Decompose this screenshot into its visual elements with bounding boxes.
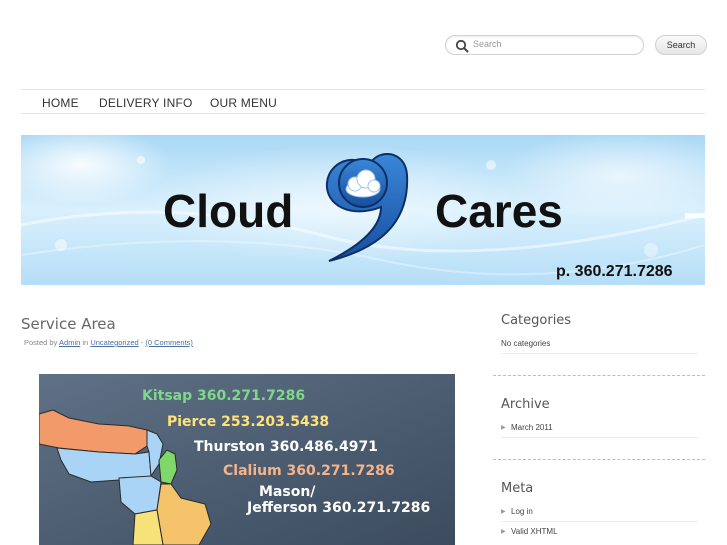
nav-item-delivery-info[interactable]: DELIVERY INFO [99,96,193,110]
meta-item-label: Log in [511,507,533,516]
meta-heading: Meta [501,481,534,496]
archive-heading: Archive [501,397,550,412]
categories-heading: Categories [501,313,572,328]
widget-separator [493,459,705,460]
comments-link[interactable]: (0 Comments) [145,338,193,347]
map-label-thurston: Thurston 360.486.4971 [194,439,378,455]
map-label-mason: Mason/ [259,484,316,500]
divider [501,521,698,522]
posted-by-label: Posted by [24,338,58,347]
archive-item-label: March 2011 [511,423,553,432]
map-label-pierce: Pierce 253.203.5438 [167,414,329,430]
widget-separator [493,375,705,376]
header-banner[interactable]: Cloud Cares p. 360.271.7286 [21,135,705,285]
meta-item-valid-xhtml[interactable]: ▶ Valid XHTML [501,527,558,536]
arrow-right-icon: ▶ [501,425,506,431]
post-meta: Posted by Admin in Uncategorized - (0 Co… [24,338,193,347]
arrow-right-icon: ▶ [501,529,506,535]
divider [501,437,698,438]
banner-title-left: Cloud [163,185,293,237]
search-input[interactable] [473,37,633,51]
banner-phone: p. 360.271.7286 [556,263,673,280]
search-box[interactable] [445,35,644,55]
nav-item-home[interactable]: HOME [42,96,79,110]
nav-item-our-menu[interactable]: OUR MENU [210,96,277,110]
meta-separator: - [140,338,144,347]
archive-item[interactable]: ▶ March 2011 [501,423,553,432]
map-label-clalium: Clalium 360.271.7286 [223,463,395,479]
search-icon [455,39,469,53]
main-nav: HOME DELIVERY INFO OUR MENU [21,89,705,114]
arrow-right-icon: ▶ [501,509,506,515]
service-area-map: Kitsap 360.271.7286 Pierce 253.203.5438 … [39,374,455,545]
map-label-jefferson: Jefferson 360.271.7286 [246,500,430,516]
author-link[interactable]: Admin [59,338,80,347]
meta-item-log-in[interactable]: ▶ Log in [501,507,533,516]
map-label-kitsap: Kitsap 360.271.7286 [142,388,305,404]
categories-empty: No categories [501,339,551,348]
search-button[interactable]: Search [655,35,707,55]
meta-item-label: Valid XHTML [511,527,558,536]
divider [501,353,698,354]
in-label: in [82,338,89,347]
post-title[interactable]: Service Area [21,315,116,333]
category-link[interactable]: Uncategorized [90,338,138,347]
banner-title-right: Cares [435,185,563,237]
